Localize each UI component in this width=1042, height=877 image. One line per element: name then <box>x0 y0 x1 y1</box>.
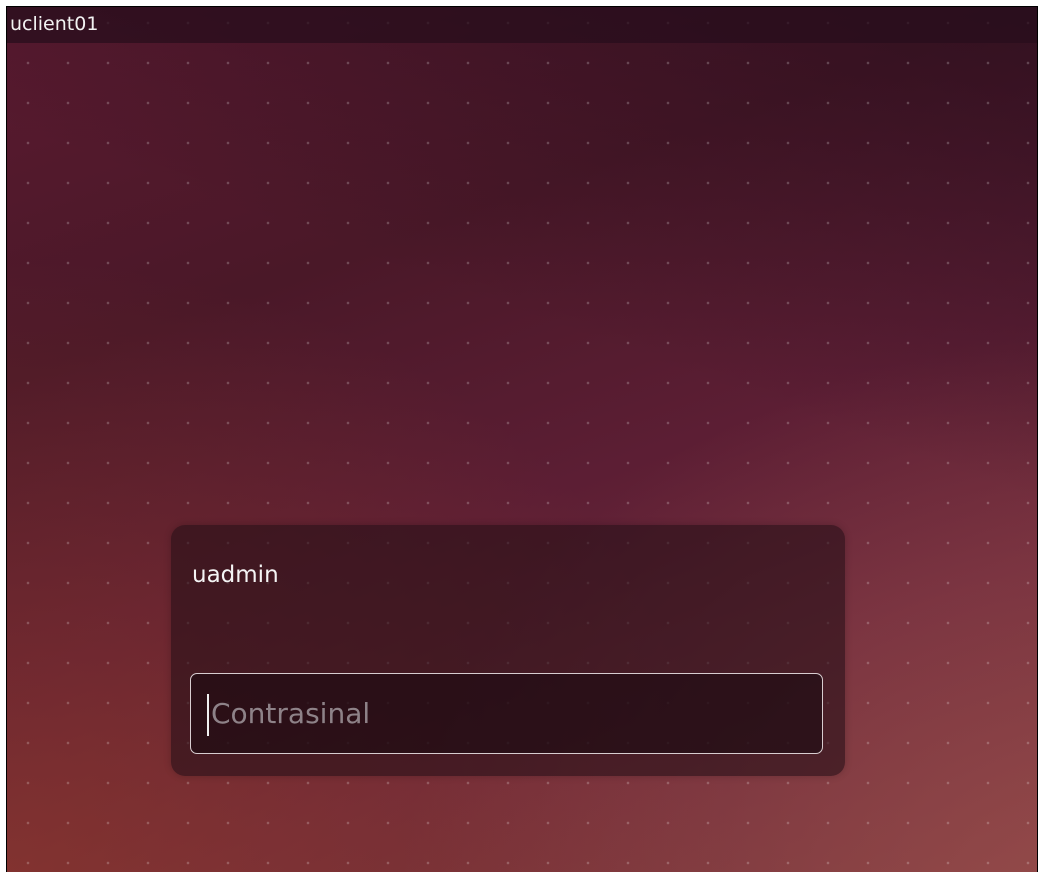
top-panel: uclient01 <box>7 7 1037 43</box>
password-field[interactable]: Contrasinal <box>190 673 823 754</box>
username-label[interactable]: uadmin <box>192 560 279 590</box>
login-screen: uclient01 uadmin Contrasinal <box>6 6 1038 872</box>
hostname-label: uclient01 <box>10 13 99 35</box>
login-card: uadmin Contrasinal <box>171 525 845 776</box>
text-cursor <box>207 694 209 736</box>
password-placeholder: Contrasinal <box>211 697 371 730</box>
